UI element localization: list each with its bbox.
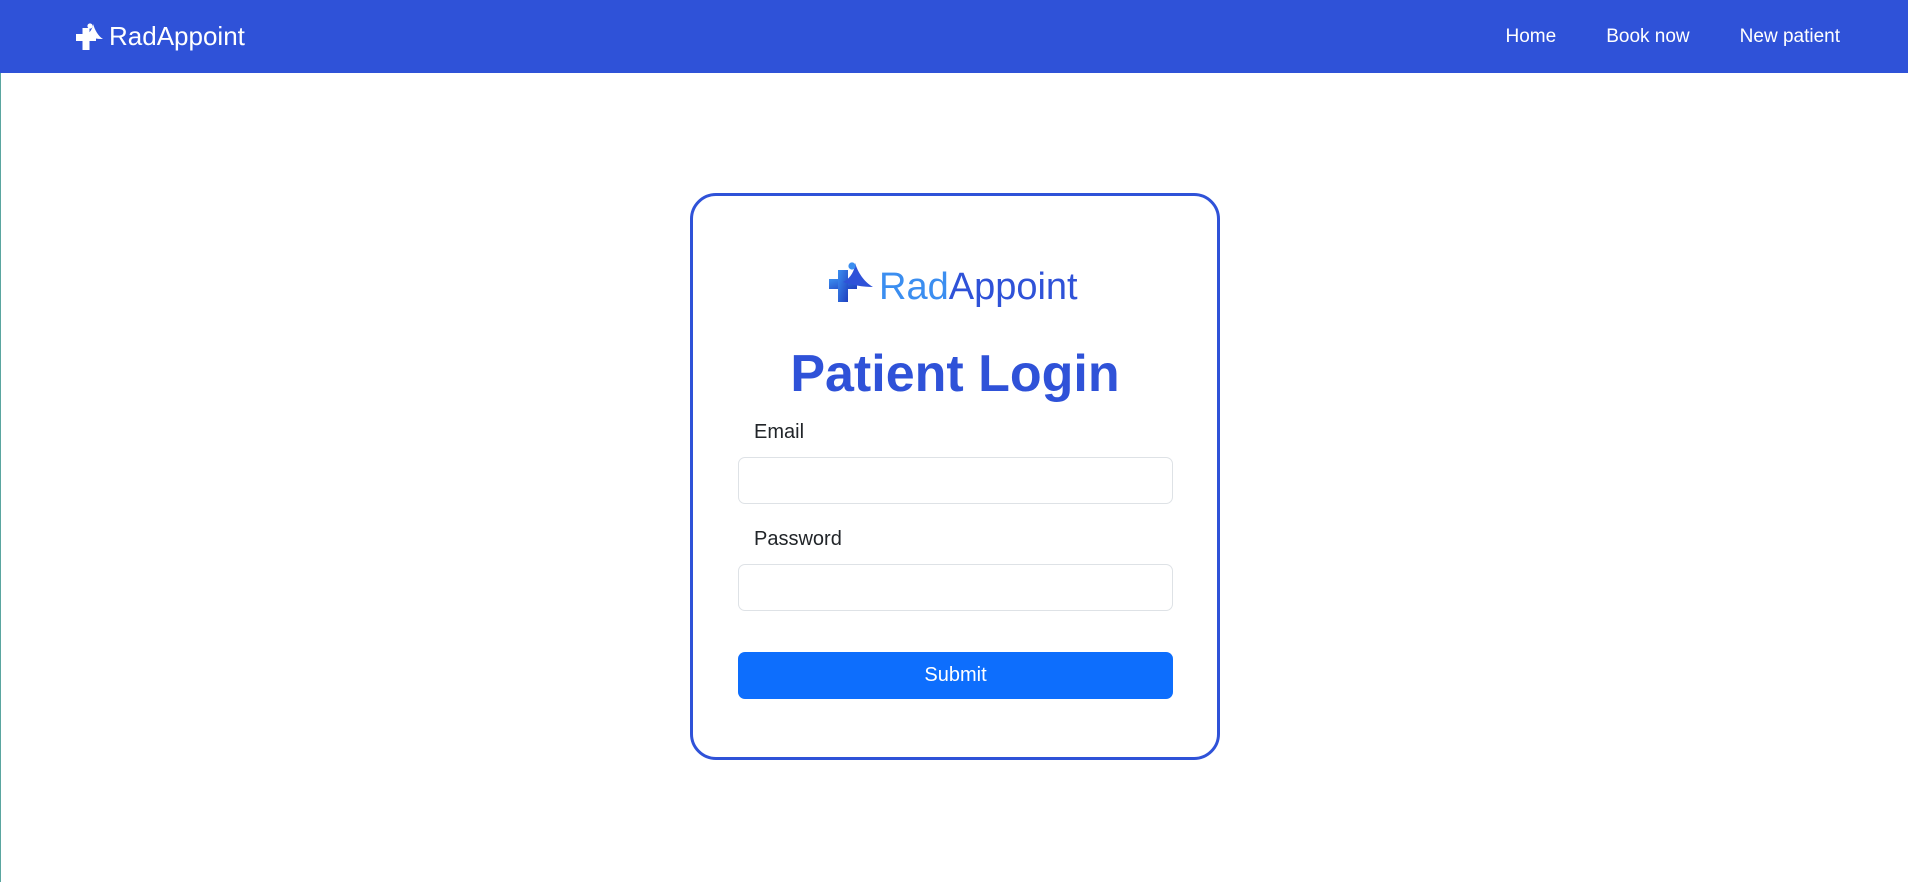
nav-link-new-patient[interactable]: New patient [1740,26,1840,48]
submit-button[interactable]: Submit [738,652,1173,699]
brand-link[interactable]: RadAppoint [73,21,245,52]
medical-cross-person-icon [827,261,873,312]
page-edge-line [0,73,1,882]
logo-text-appoint: Appoint [948,265,1078,308]
password-label: Password [754,528,842,550]
medical-cross-person-icon [73,22,103,52]
top-navbar: RadAppoint Home Book now New patient [0,0,1908,73]
brand-name: RadAppoint [109,21,245,51]
nav-link-book-now[interactable]: Book now [1606,26,1689,48]
email-label: Email [754,421,805,443]
logo-text-rad: Rad [879,265,949,308]
card-logo: Rad Appoint [827,261,1078,312]
login-card: Rad Appoint Patient Login Email Password … [690,193,1220,760]
nav-link-home[interactable]: Home [1506,26,1557,48]
nav-links: Home Book now New patient [1506,26,1840,48]
email-field[interactable] [738,457,1173,504]
password-field[interactable] [738,564,1173,611]
page-title: Patient Login [790,345,1120,403]
